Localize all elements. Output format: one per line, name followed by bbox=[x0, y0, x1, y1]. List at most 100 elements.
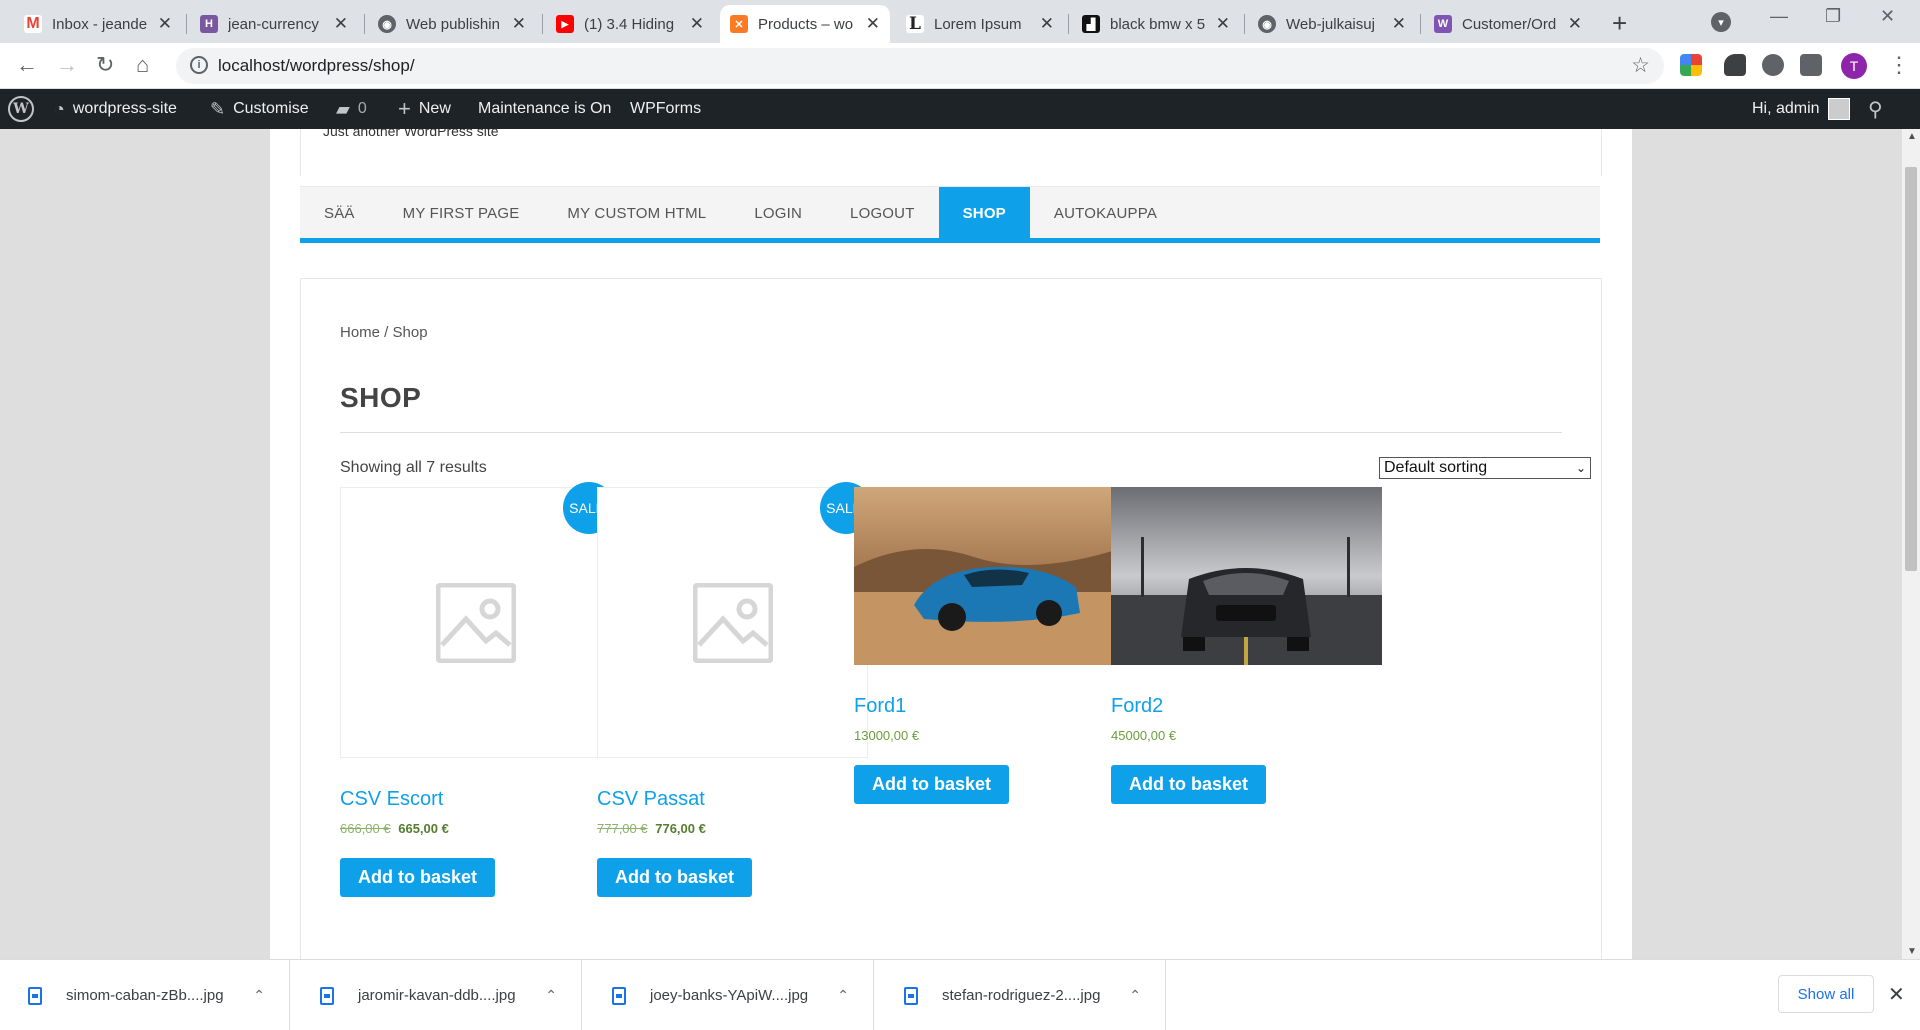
extension-bug-icon[interactable] bbox=[1762, 54, 1784, 76]
product-title[interactable]: CSV Passat bbox=[597, 788, 868, 811]
add-to-basket-button[interactable]: Add to basket bbox=[854, 765, 1010, 804]
browser-menu-icon[interactable]: ⋮ bbox=[1888, 52, 1910, 78]
tab-unsplash[interactable]: ▟ black bmw x 5 ✕ bbox=[1072, 5, 1240, 43]
new-content-link[interactable]: + New bbox=[398, 89, 451, 129]
download-item[interactable]: stefan-rodriguez-2....jpg ⌃ bbox=[876, 960, 1166, 1030]
close-icon[interactable]: ✕ bbox=[1568, 14, 1582, 34]
plus-icon: + bbox=[398, 96, 411, 121]
extension-color-icon[interactable] bbox=[1680, 54, 1702, 76]
download-filename: jaromir-kavan-ddb....jpg bbox=[358, 987, 516, 1004]
close-icon[interactable]: ✕ bbox=[866, 14, 880, 34]
close-downloads-icon[interactable]: ✕ bbox=[1888, 982, 1905, 1007]
product-title[interactable]: Ford2 bbox=[1111, 695, 1382, 718]
nav-item-login[interactable]: LOGIN bbox=[730, 187, 826, 239]
back-icon[interactable]: ← bbox=[16, 52, 38, 78]
nav-item-my-custom-html[interactable]: MY CUSTOM HTML bbox=[543, 187, 730, 239]
chevron-up-icon[interactable]: ⌃ bbox=[837, 987, 849, 1004]
product-title[interactable]: CSV Escort bbox=[340, 788, 611, 811]
tab-search-icon[interactable]: ▾ bbox=[1711, 12, 1731, 32]
chevron-up-icon[interactable]: ⌃ bbox=[1129, 987, 1141, 1004]
minimize-icon[interactable]: — bbox=[1770, 6, 1788, 27]
add-to-basket-button[interactable]: Add to basket bbox=[340, 858, 496, 897]
scrollbar-thumb[interactable] bbox=[1905, 167, 1917, 571]
site-tagline: Just another WordPress site bbox=[323, 129, 499, 139]
forward-icon[interactable]: → bbox=[56, 52, 78, 78]
tab-title: Web publishin bbox=[406, 15, 500, 33]
close-icon[interactable]: ✕ bbox=[1216, 14, 1230, 34]
nav-item-my-first-page[interactable]: MY FIRST PAGE bbox=[379, 187, 544, 239]
product-image[interactable]: SALE! bbox=[597, 482, 872, 758]
product-image[interactable]: SALE! bbox=[340, 482, 615, 758]
title-divider bbox=[340, 432, 1562, 433]
maintenance-label: Maintenance is On bbox=[478, 100, 612, 117]
breadcrumb-home-link[interactable]: Home bbox=[340, 324, 380, 341]
dashboard-gauge-icon: ◔ bbox=[54, 98, 65, 119]
product-image[interactable] bbox=[1111, 487, 1382, 665]
site-name-link[interactable]: ◔ wordpress-site bbox=[54, 89, 177, 129]
site-info-icon[interactable]: i bbox=[190, 56, 208, 74]
avatar bbox=[1827, 98, 1850, 120]
reload-icon[interactable]: ↻ bbox=[96, 52, 114, 78]
tab-heroku[interactable]: H jean-currency ✕ bbox=[190, 5, 358, 43]
scroll-down-icon[interactable]: ▼ bbox=[1907, 946, 1917, 957]
tab-title: Web-julkaisuj bbox=[1286, 15, 1375, 33]
product-card: Ford1 13000,00 € Add to basket bbox=[854, 487, 1125, 804]
page-scrollbar[interactable]: ▲ ▼ bbox=[1902, 129, 1920, 959]
old-price: 777,00 € bbox=[597, 821, 648, 836]
tab-web-julkaisu[interactable]: ◉ Web-julkaisuj ✕ bbox=[1248, 5, 1416, 43]
close-icon[interactable]: ✕ bbox=[690, 14, 704, 34]
chevron-up-icon[interactable]: ⌃ bbox=[253, 987, 265, 1004]
bookmark-star-icon[interactable]: ☆ bbox=[1631, 53, 1650, 78]
tab-products-active[interactable]: ✕ Products – wo ✕ bbox=[720, 5, 890, 43]
restore-icon[interactable]: ❐ bbox=[1825, 6, 1841, 27]
tab-title: Products – wo bbox=[758, 15, 854, 33]
comments-link[interactable]: ▰ 0 bbox=[336, 89, 367, 129]
tab-gmail[interactable]: M Inbox - jeande ✕ bbox=[14, 5, 182, 43]
comment-bubble-icon: ▰ bbox=[336, 98, 350, 119]
close-icon[interactable]: ✕ bbox=[1392, 14, 1406, 34]
close-icon[interactable]: ✕ bbox=[1040, 14, 1054, 34]
maintenance-link[interactable]: Maintenance is On bbox=[478, 89, 611, 129]
sorting-select[interactable]: Default sorting ⌄ bbox=[1379, 457, 1591, 479]
nav-item-saa[interactable]: SÄÄ bbox=[300, 187, 379, 239]
scroll-up-icon[interactable]: ▲ bbox=[1907, 131, 1917, 142]
product-card: SALE! CSV Escort 666,00 € 665,00 € Add t… bbox=[340, 482, 615, 897]
nav-item-logout[interactable]: LOGOUT bbox=[826, 187, 939, 239]
product-price: 13000,00 € bbox=[854, 728, 1125, 743]
show-all-downloads-button[interactable]: Show all bbox=[1778, 975, 1874, 1013]
my-account-link[interactable]: Hi, admin bbox=[1752, 89, 1850, 129]
wpforms-link[interactable]: WPForms bbox=[630, 89, 701, 129]
tab-youtube[interactable]: ▶ (1) 3.4 Hiding ✕ bbox=[546, 5, 714, 43]
add-to-basket-button[interactable]: Add to basket bbox=[1111, 765, 1267, 804]
close-icon[interactable]: ✕ bbox=[158, 14, 172, 34]
window-close-icon[interactable]: ✕ bbox=[1880, 6, 1895, 27]
chevron-up-icon[interactable]: ⌃ bbox=[545, 987, 557, 1004]
product-image[interactable] bbox=[854, 487, 1125, 665]
customise-link[interactable]: ✎ Customise bbox=[210, 89, 309, 129]
address-bar[interactable]: i localhost/wordpress/shop/ ☆ bbox=[176, 48, 1664, 84]
close-icon[interactable]: ✕ bbox=[512, 14, 526, 34]
home-icon[interactable]: ⌂ bbox=[136, 52, 149, 78]
extensions-puzzle-icon[interactable] bbox=[1800, 54, 1822, 76]
nav-item-shop[interactable]: SHOP bbox=[938, 187, 1030, 239]
download-item[interactable]: simom-caban-zBb....jpg ⌃ bbox=[0, 960, 290, 1030]
nav-item-autokauppa[interactable]: AUTOKAUPPA bbox=[1030, 187, 1181, 239]
tab-web-publishing[interactable]: ◉ Web publishin ✕ bbox=[368, 5, 536, 43]
tab-title: Inbox - jeande bbox=[52, 15, 148, 33]
unsplash-icon: ▟ bbox=[1082, 15, 1100, 33]
download-item[interactable]: jaromir-kavan-ddb....jpg ⌃ bbox=[292, 960, 582, 1030]
admin-search-button[interactable]: ⚲ bbox=[1868, 89, 1883, 129]
new-tab-button[interactable]: + bbox=[1612, 8, 1627, 39]
download-item[interactable]: joey-banks-YApiW....jpg ⌃ bbox=[584, 960, 874, 1030]
extension-dropper-icon[interactable] bbox=[1724, 54, 1746, 76]
url-text[interactable]: localhost/wordpress/shop/ bbox=[218, 56, 415, 76]
image-placeholder-icon bbox=[435, 582, 516, 663]
product-title[interactable]: Ford1 bbox=[854, 695, 1125, 718]
add-to-basket-button[interactable]: Add to basket bbox=[597, 858, 753, 897]
profile-avatar[interactable]: T bbox=[1841, 53, 1867, 79]
close-icon[interactable]: ✕ bbox=[334, 14, 348, 34]
wp-logo-button[interactable]: W bbox=[8, 89, 34, 129]
browser-toolbar: ← → ↻ ⌂ i localhost/wordpress/shop/ ☆ T … bbox=[0, 43, 1920, 89]
tab-woocommerce[interactable]: W Customer/Ord ✕ bbox=[1424, 5, 1592, 43]
tab-lorem-ipsum[interactable]: L Lorem Ipsum ✕ bbox=[896, 5, 1064, 43]
